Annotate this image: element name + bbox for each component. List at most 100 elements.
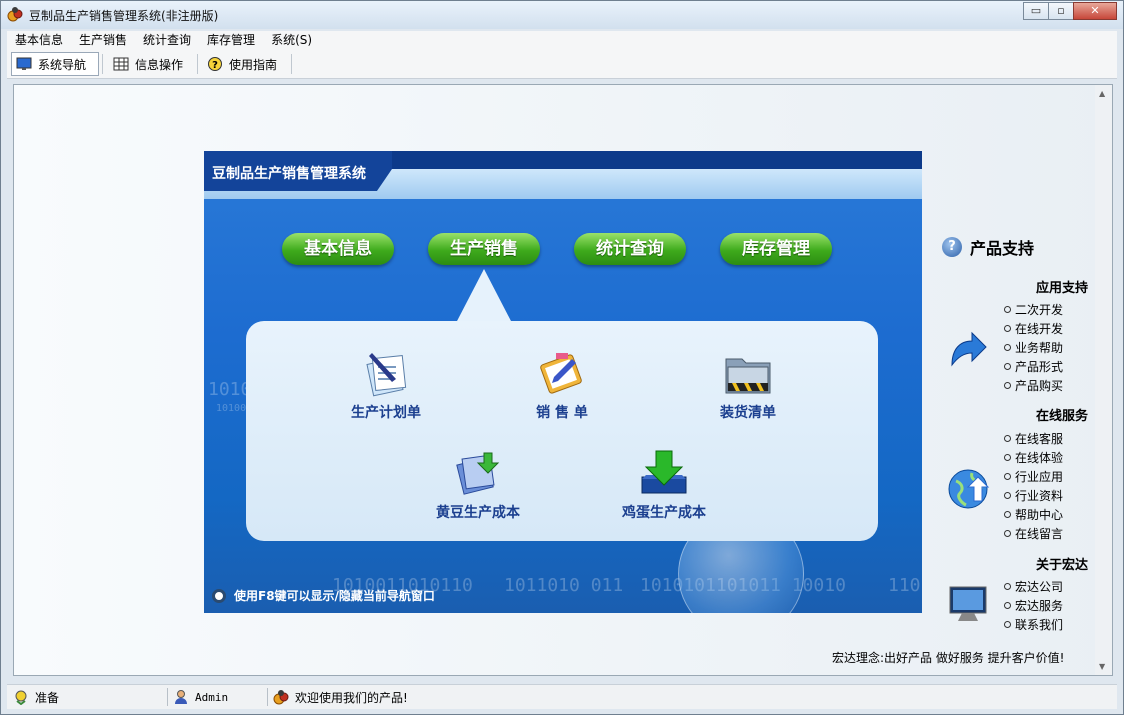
app-support-links: 二次开发 在线开发 业务帮助 产品形式 产品购买 [1004, 301, 1063, 396]
grid-icon [113, 57, 129, 71]
info-operation-button[interactable]: 信息操作 [109, 52, 193, 76]
scroll-up-icon[interactable]: ▲ [1099, 89, 1105, 98]
status-user: Admin [173, 685, 228, 709]
f8-hint: 使用F8键可以显示/隐藏当前导航窗口 [212, 587, 435, 604]
section-title-about: 关于宏达 [1036, 558, 1089, 573]
link-product-form[interactable]: 产品形式 [1004, 358, 1063, 377]
link-industry-materials[interactable]: 行业资料 [1004, 487, 1063, 506]
toolbar-divider [197, 54, 198, 74]
menu-system[interactable]: 系统(S) [263, 31, 320, 50]
background-binary-text: 1010 [208, 379, 252, 400]
tab-production-sales[interactable]: 生产销售 [428, 233, 540, 265]
question-icon: ? [208, 57, 222, 71]
status-divider [267, 688, 268, 706]
section-title-online-service: 在线服务 [1036, 409, 1089, 424]
nav-egg-cost[interactable]: 鸡蛋生产成本 [604, 447, 724, 522]
panel-title: 豆制品生产销售管理系统 [212, 166, 366, 182]
link-business-help[interactable]: 业务帮助 [1004, 339, 1063, 358]
tab-statistics[interactable]: 统计查询 [574, 233, 686, 265]
info-operation-label: 信息操作 [135, 57, 184, 72]
green-down-arrow-icon [641, 450, 687, 494]
title-bar[interactable]: 豆制品生产销售管理系统(非注册版) ▭ ▫ ✕ [1, 1, 1123, 29]
panel-header: 豆制品生产销售管理系统 [204, 151, 922, 199]
background-binary-text: 10100 [216, 403, 247, 414]
f8-hint-text: 使用F8键可以显示/隐藏当前导航窗口 [234, 589, 435, 603]
nav-soybean-cost-label: 黄豆生产成本 [436, 505, 520, 521]
nav-sales-order-label: 销 售 单 [536, 405, 588, 421]
monitor-icon [949, 586, 987, 621]
system-navigation-label: 系统导航 [38, 57, 87, 72]
svg-text:?: ? [212, 60, 218, 71]
company-motto: 宏达理念:出好产品 做好服务 提升客户价值! [832, 651, 1065, 665]
status-welcome-text: 欢迎使用我们的产品! [295, 690, 408, 705]
active-tab-pointer [456, 269, 512, 323]
clipboard-pencil-icon [540, 353, 582, 394]
nav-loading-list-label: 装货清单 [720, 405, 776, 421]
menu-inventory[interactable]: 库存管理 [199, 31, 263, 50]
window-title: 豆制品生产销售管理系统(非注册版) [29, 9, 219, 23]
monitor-icon [16, 57, 32, 70]
status-ready: 准备 [13, 685, 59, 709]
system-navigation-button[interactable]: 系统导航 [11, 52, 99, 76]
user-guide-label: 使用指南 [229, 57, 278, 72]
background-binary-text: 110 [888, 575, 921, 596]
ready-bulb-icon [15, 690, 27, 705]
menu-basic-info[interactable]: 基本信息 [7, 31, 71, 50]
link-contact-us[interactable]: 联系我们 [1004, 616, 1063, 635]
link-hongda-service[interactable]: 宏达服务 [1004, 597, 1063, 616]
menu-statistics[interactable]: 统计查询 [135, 31, 199, 50]
app-logo-icon [273, 690, 289, 705]
globe-arrow-icon [948, 469, 990, 509]
vertical-scrollbar[interactable]: ▲ ▼ [1095, 85, 1112, 675]
user-icon [175, 690, 187, 704]
link-product-purchase[interactable]: 产品购买 [1004, 377, 1063, 396]
nav-production-plan-label: 生产计划单 [351, 405, 421, 421]
link-hongda-company[interactable]: 宏达公司 [1004, 578, 1063, 597]
tab-inventory[interactable]: 库存管理 [720, 233, 832, 265]
nav-egg-cost-label: 鸡蛋生产成本 [622, 505, 706, 521]
status-user-name: Admin [195, 690, 229, 704]
app-logo-icon [7, 7, 23, 22]
tab-basic-info[interactable]: 基本信息 [282, 233, 394, 265]
navigation-panel: 豆制品生产销售管理系统 1010 10100 1010011010110 101… [204, 151, 922, 613]
status-welcome: 欢迎使用我们的产品! [273, 685, 408, 709]
toolbar: 系统导航 信息操作 ? 使用指南 [7, 50, 1117, 79]
product-support-title: ? 产品支持 [942, 235, 1034, 259]
online-service-links: 在线客服 在线体验 行业应用 行业资料 帮助中心 在线留言 [1004, 430, 1063, 544]
toolbar-divider [102, 54, 103, 74]
folder-icon [725, 358, 771, 394]
status-divider [167, 688, 168, 706]
nav-production-plan[interactable]: 生产计划单 [326, 347, 446, 422]
link-help-center[interactable]: 帮助中心 [1004, 506, 1063, 525]
link-secondary-development[interactable]: 二次开发 [1004, 301, 1063, 320]
nav-sales-order[interactable]: 销 售 单 [502, 347, 622, 422]
menu-bar: 基本信息 生产销售 统计查询 库存管理 系统(S) [7, 31, 1117, 50]
blue-curved-arrow-icon [951, 331, 987, 367]
product-support-label: 产品支持 [970, 239, 1035, 258]
link-online-trial[interactable]: 在线体验 [1004, 449, 1063, 468]
status-ready-text: 准备 [35, 690, 60, 705]
scroll-down-icon[interactable]: ▼ [1099, 662, 1105, 671]
link-online-message[interactable]: 在线留言 [1004, 525, 1063, 544]
navigation-area: 豆制品生产销售管理系统 1010 10100 1010011010110 101… [13, 84, 1113, 676]
toolbar-divider [291, 54, 292, 74]
maximize-button[interactable]: ▫ [1048, 2, 1074, 20]
link-online-development[interactable]: 在线开发 [1004, 320, 1063, 339]
hint-bullet-icon [212, 588, 226, 603]
user-guide-button[interactable]: ? 使用指南 [203, 52, 287, 76]
close-button[interactable]: ✕ [1073, 2, 1117, 20]
background-binary-text: 1011010 011 [504, 575, 624, 596]
nav-loading-list[interactable]: 装货清单 [688, 347, 808, 422]
document-pen-icon [366, 353, 407, 397]
section-title-app-support: 应用支持 [1036, 281, 1089, 296]
nav-soybean-cost[interactable]: 黄豆生产成本 [418, 447, 538, 522]
document-down-arrow-icon [456, 452, 500, 495]
link-industry-application[interactable]: 行业应用 [1004, 468, 1063, 487]
menu-production-sales[interactable]: 生产销售 [71, 31, 135, 50]
help-icon: ? [942, 237, 962, 257]
status-bar: 准备 Admin 欢迎使用我们的产品! [7, 684, 1117, 709]
about-links: 宏达公司 宏达服务 联系我们 [1004, 578, 1063, 635]
app-window: 豆制品生产销售管理系统(非注册版) ▭ ▫ ✕ 基本信息 生产销售 统计查询 库… [0, 0, 1124, 715]
link-online-customer-service[interactable]: 在线客服 [1004, 430, 1063, 449]
minimize-button[interactable]: ▭ [1023, 2, 1049, 20]
